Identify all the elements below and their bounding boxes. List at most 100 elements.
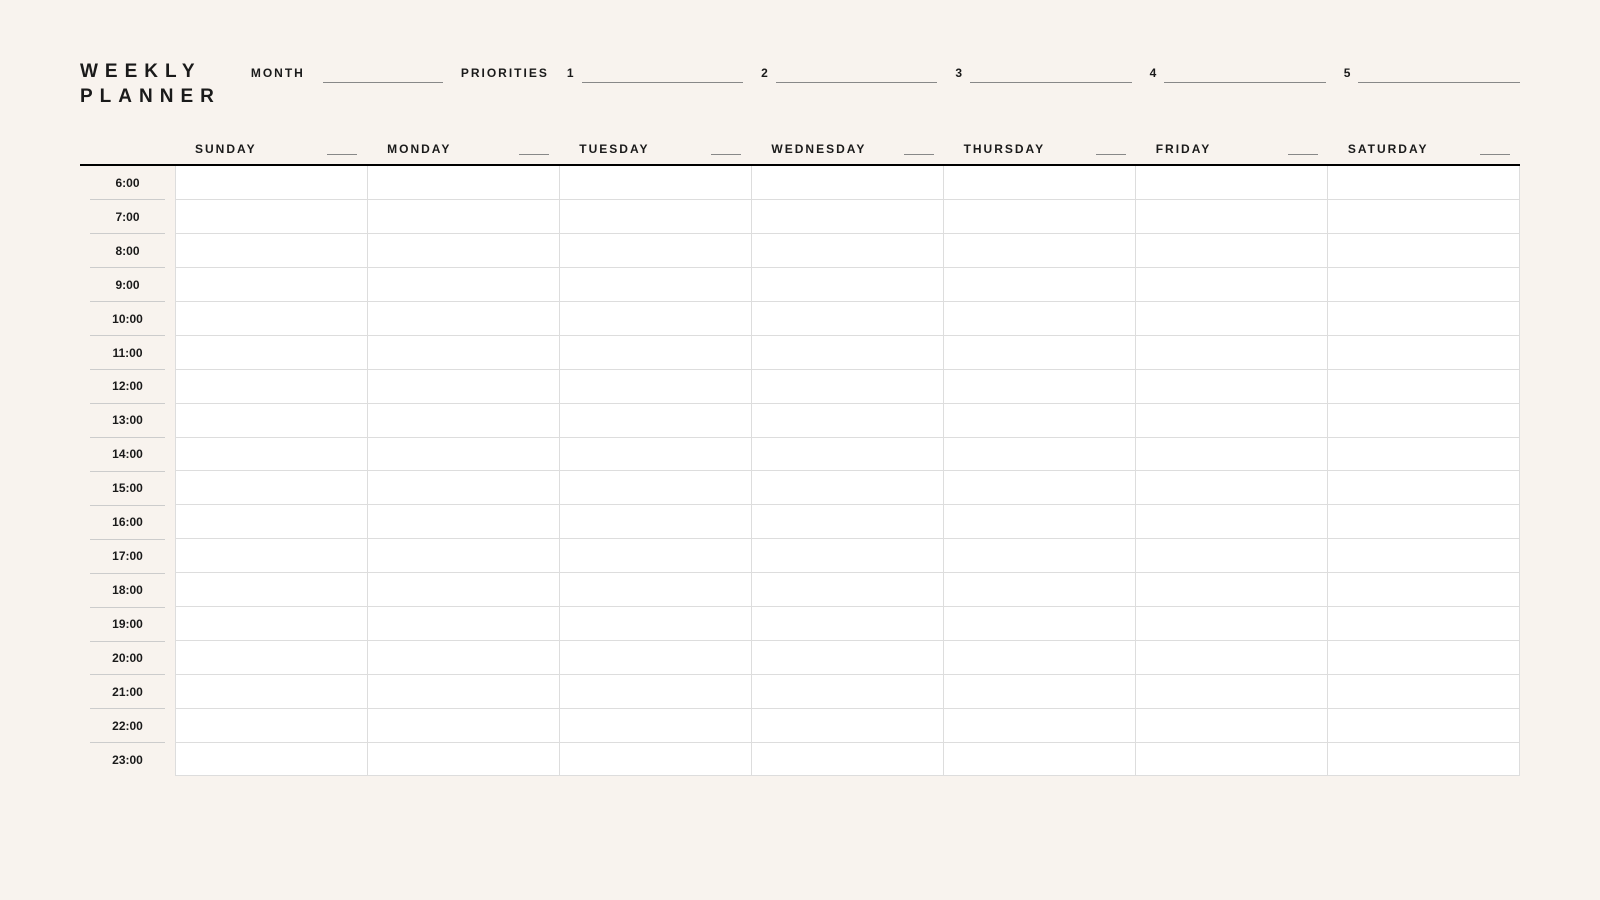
schedule-cell[interactable] <box>368 573 559 607</box>
schedule-cell[interactable] <box>1136 539 1327 573</box>
schedule-cell[interactable] <box>560 743 751 777</box>
schedule-cell[interactable] <box>176 404 367 438</box>
schedule-cell[interactable] <box>944 471 1135 505</box>
schedule-cell[interactable] <box>944 166 1135 200</box>
schedule-cell[interactable] <box>1328 200 1519 234</box>
schedule-cell[interactable] <box>944 336 1135 370</box>
schedule-cell[interactable] <box>752 607 943 641</box>
schedule-cell[interactable] <box>176 166 367 200</box>
priority-1-input[interactable] <box>582 63 744 83</box>
schedule-cell[interactable] <box>752 675 943 709</box>
schedule-cell[interactable] <box>1328 234 1519 268</box>
schedule-cell[interactable] <box>560 370 751 404</box>
schedule-cell[interactable] <box>176 370 367 404</box>
schedule-cell[interactable] <box>944 573 1135 607</box>
schedule-cell[interactable] <box>944 709 1135 743</box>
schedule-cell[interactable] <box>944 675 1135 709</box>
schedule-cell[interactable] <box>1136 607 1327 641</box>
schedule-cell[interactable] <box>176 641 367 675</box>
schedule-cell[interactable] <box>1136 709 1327 743</box>
schedule-cell[interactable] <box>752 370 943 404</box>
schedule-cell[interactable] <box>1136 268 1327 302</box>
schedule-cell[interactable] <box>560 336 751 370</box>
schedule-cell[interactable] <box>368 234 559 268</box>
priority-4-input[interactable] <box>1164 63 1326 83</box>
schedule-cell[interactable] <box>560 573 751 607</box>
schedule-cell[interactable] <box>752 709 943 743</box>
schedule-cell[interactable] <box>944 370 1135 404</box>
schedule-cell[interactable] <box>368 607 559 641</box>
schedule-cell[interactable] <box>752 641 943 675</box>
schedule-cell[interactable] <box>752 200 943 234</box>
schedule-cell[interactable] <box>176 505 367 539</box>
schedule-cell[interactable] <box>176 539 367 573</box>
month-input[interactable] <box>323 63 443 83</box>
day-date-slot[interactable] <box>327 143 357 155</box>
schedule-cell[interactable] <box>752 166 943 200</box>
schedule-cell[interactable] <box>176 268 367 302</box>
schedule-cell[interactable] <box>752 234 943 268</box>
schedule-cell[interactable] <box>560 641 751 675</box>
schedule-cell[interactable] <box>1328 505 1519 539</box>
schedule-cell[interactable] <box>176 709 367 743</box>
schedule-cell[interactable] <box>368 641 559 675</box>
schedule-cell[interactable] <box>368 505 559 539</box>
schedule-cell[interactable] <box>368 471 559 505</box>
priority-2-input[interactable] <box>776 63 938 83</box>
priority-5-input[interactable] <box>1358 63 1520 83</box>
schedule-cell[interactable] <box>560 268 751 302</box>
schedule-cell[interactable] <box>752 336 943 370</box>
schedule-cell[interactable] <box>560 675 751 709</box>
schedule-cell[interactable] <box>1136 675 1327 709</box>
schedule-cell[interactable] <box>944 539 1135 573</box>
schedule-cell[interactable] <box>176 675 367 709</box>
schedule-cell[interactable] <box>368 200 559 234</box>
schedule-cell[interactable] <box>176 607 367 641</box>
schedule-cell[interactable] <box>1328 573 1519 607</box>
day-date-slot[interactable] <box>1480 143 1510 155</box>
schedule-cell[interactable] <box>1136 302 1327 336</box>
schedule-cell[interactable] <box>1328 539 1519 573</box>
schedule-cell[interactable] <box>944 743 1135 777</box>
priority-3-input[interactable] <box>970 63 1132 83</box>
schedule-cell[interactable] <box>1328 438 1519 472</box>
schedule-cell[interactable] <box>752 573 943 607</box>
schedule-cell[interactable] <box>944 505 1135 539</box>
schedule-cell[interactable] <box>368 302 559 336</box>
schedule-cell[interactable] <box>1136 404 1327 438</box>
schedule-cell[interactable] <box>944 404 1135 438</box>
schedule-cell[interactable] <box>176 471 367 505</box>
schedule-cell[interactable] <box>752 743 943 777</box>
schedule-cell[interactable] <box>1328 675 1519 709</box>
schedule-cell[interactable] <box>944 302 1135 336</box>
schedule-cell[interactable] <box>1328 641 1519 675</box>
schedule-cell[interactable] <box>176 336 367 370</box>
schedule-cell[interactable] <box>368 539 559 573</box>
schedule-cell[interactable] <box>1136 573 1327 607</box>
schedule-cell[interactable] <box>368 370 559 404</box>
schedule-cell[interactable] <box>1328 166 1519 200</box>
schedule-cell[interactable] <box>560 607 751 641</box>
schedule-cell[interactable] <box>1328 607 1519 641</box>
schedule-cell[interactable] <box>560 709 751 743</box>
schedule-cell[interactable] <box>752 505 943 539</box>
schedule-cell[interactable] <box>1328 471 1519 505</box>
schedule-cell[interactable] <box>944 268 1135 302</box>
schedule-cell[interactable] <box>1136 471 1327 505</box>
schedule-cell[interactable] <box>1328 336 1519 370</box>
schedule-cell[interactable] <box>944 641 1135 675</box>
schedule-cell[interactable] <box>1136 370 1327 404</box>
schedule-cell[interactable] <box>1136 234 1327 268</box>
schedule-cell[interactable] <box>560 404 751 438</box>
schedule-cell[interactable] <box>560 539 751 573</box>
schedule-cell[interactable] <box>368 709 559 743</box>
schedule-cell[interactable] <box>368 404 559 438</box>
schedule-cell[interactable] <box>752 471 943 505</box>
schedule-cell[interactable] <box>176 200 367 234</box>
schedule-cell[interactable] <box>752 302 943 336</box>
schedule-cell[interactable] <box>560 438 751 472</box>
day-date-slot[interactable] <box>1096 143 1126 155</box>
schedule-cell[interactable] <box>368 438 559 472</box>
schedule-cell[interactable] <box>752 438 943 472</box>
schedule-cell[interactable] <box>944 200 1135 234</box>
